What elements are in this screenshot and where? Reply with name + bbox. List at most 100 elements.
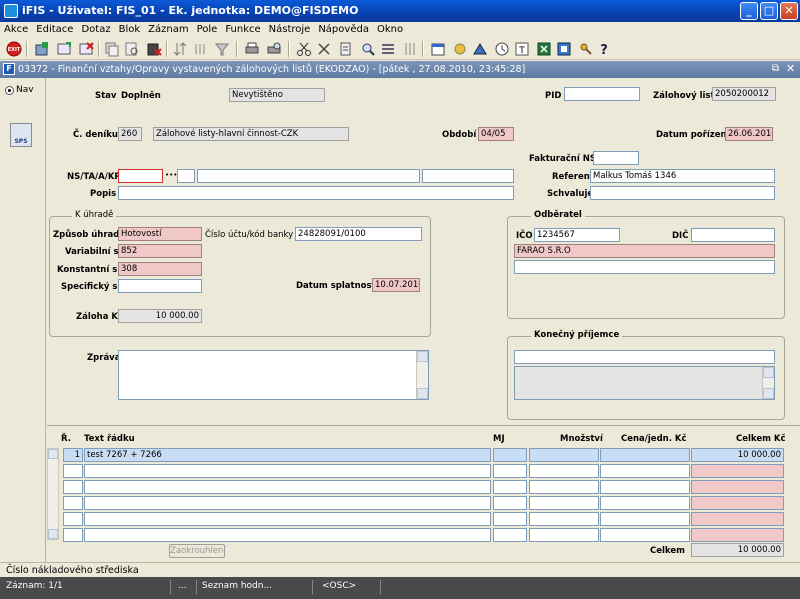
row-text-cell[interactable] (84, 512, 491, 526)
grid-scrollbar[interactable] (47, 448, 59, 540)
scroll-down-icon[interactable] (417, 388, 428, 399)
sort-icon[interactable] (172, 41, 188, 57)
row-text-cell[interactable] (84, 480, 491, 494)
ns-field[interactable] (118, 169, 163, 183)
menu-zaznam[interactable]: Záznam (144, 22, 192, 35)
paste-icon[interactable] (316, 41, 332, 57)
menu-akce[interactable]: Akce (0, 22, 32, 35)
row-mnozstvi-cell[interactable] (529, 496, 599, 510)
row-mnozstvi-cell[interactable] (529, 528, 599, 542)
nav-radio[interactable] (5, 86, 14, 95)
row-mnozstvi-cell[interactable] (529, 480, 599, 494)
tools-icon[interactable] (452, 41, 468, 57)
konecny-prijemce-textarea[interactable] (514, 366, 775, 400)
maximize-button[interactable]: □ (760, 2, 778, 20)
ico-field[interactable]: 1234567 (534, 228, 620, 242)
save-icon[interactable] (34, 41, 50, 57)
datum-splatnosti-field[interactable]: 10.07.2010 (372, 278, 420, 292)
variabilni-field[interactable]: 852 (118, 244, 202, 258)
konstantni-field[interactable]: 308 (118, 262, 202, 276)
menu-blok[interactable]: Blok (115, 22, 145, 35)
schvaluje-field[interactable] (590, 186, 775, 200)
ta-field[interactable] (177, 169, 195, 183)
print-preview-icon[interactable] (266, 41, 282, 57)
ns-lov-button[interactable]: ••• (165, 171, 177, 179)
a-field[interactable] (197, 169, 420, 183)
clock-icon[interactable] (494, 41, 510, 57)
zaokrouhleni-button[interactable]: Zaokrouhlení (169, 544, 226, 558)
row-cena-cell[interactable] (600, 464, 690, 478)
sps-button[interactable]: SPS (10, 123, 32, 147)
menu-pole[interactable]: Pole (193, 22, 222, 35)
export-icon[interactable] (556, 41, 572, 57)
calendar-icon[interactable] (430, 41, 446, 57)
close-button[interactable]: ✕ (780, 2, 798, 20)
menu-napoveda[interactable]: Nápověda (314, 22, 373, 35)
row-mj-cell[interactable] (493, 496, 527, 510)
dic-field[interactable] (691, 228, 775, 242)
row-mnozstvi-cell[interactable] (529, 512, 599, 526)
datum-porizeni-field[interactable]: 26.06.2010 (725, 127, 773, 141)
konecny-scrollbar[interactable] (762, 367, 774, 399)
referent-field[interactable]: Malkus Tomáš 1346 (590, 169, 775, 183)
kp-field[interactable] (422, 169, 514, 183)
specificky-field[interactable] (118, 279, 202, 293)
popis-field[interactable] (118, 186, 514, 200)
find-icon[interactable] (360, 41, 376, 57)
row-text-cell[interactable] (84, 464, 491, 478)
print-icon[interactable] (244, 41, 260, 57)
excel-icon[interactable] (536, 41, 552, 57)
odberatel-address-field[interactable] (514, 260, 775, 274)
restore-icon[interactable]: ⧉ (772, 63, 779, 74)
insert-record-icon[interactable] (56, 41, 72, 57)
row-cena-cell[interactable] (600, 528, 690, 542)
menu-okno[interactable]: Okno (373, 22, 407, 35)
odberatel-name-field[interactable]: FARAO S.R.O (514, 244, 775, 258)
key-icon[interactable] (578, 41, 594, 57)
row-mnozstvi-cell[interactable] (529, 448, 599, 462)
row-mj-cell[interactable] (493, 448, 527, 462)
row-cena-cell[interactable] (600, 448, 690, 462)
pid-field[interactable] (564, 87, 640, 101)
list-icon[interactable] (380, 41, 396, 57)
sort-desc-icon[interactable] (192, 41, 208, 57)
row-text-cell[interactable] (84, 528, 491, 542)
cislo-uctu-field[interactable]: 24828091/0100 (295, 227, 422, 241)
row-text-cell[interactable]: test 7267 + 7266 (84, 448, 491, 462)
query-icon[interactable] (124, 41, 140, 57)
menu-editace[interactable]: Editace (32, 22, 77, 35)
row-mj-cell[interactable] (493, 528, 527, 542)
row-cena-cell[interactable] (600, 496, 690, 510)
delete-record-icon[interactable] (78, 41, 94, 57)
zprava-scrollbar[interactable] (416, 351, 428, 399)
filter-icon[interactable] (214, 41, 230, 57)
menu-funkce[interactable]: Funkce (221, 22, 264, 35)
columns-icon[interactable] (402, 41, 418, 57)
scroll-up-icon[interactable] (417, 351, 428, 362)
row-mj-cell[interactable] (493, 464, 527, 478)
row-mj-cell[interactable] (493, 512, 527, 526)
help-icon[interactable]: ? (596, 41, 612, 57)
copy-record-icon[interactable] (104, 41, 120, 57)
obdobi-field[interactable]: 04/05 (478, 127, 514, 141)
row-mj-cell[interactable] (493, 480, 527, 494)
menu-nastroje[interactable]: Nástroje (265, 22, 315, 35)
row-cena-cell[interactable] (600, 480, 690, 494)
fakturacni-ns-field[interactable] (593, 151, 639, 165)
zprava-textarea[interactable] (118, 350, 429, 400)
minimize-button[interactable]: _ (740, 2, 758, 20)
row-mnozstvi-cell[interactable] (529, 464, 599, 478)
konecny-prijemce-field[interactable] (514, 350, 775, 364)
scroll-down-icon[interactable] (763, 388, 774, 399)
triangle-icon[interactable] (472, 41, 488, 57)
grid-scroll-up-icon[interactable] (48, 449, 58, 459)
grid-scroll-down-icon[interactable] (48, 529, 58, 539)
text-icon[interactable]: T (514, 41, 530, 57)
row-text-cell[interactable] (84, 496, 491, 510)
scroll-up-icon[interactable] (763, 367, 774, 378)
menu-dotaz[interactable]: Dotaz (77, 22, 114, 35)
close-form-icon[interactable]: ✕ (786, 62, 795, 75)
cut-icon[interactable] (296, 41, 312, 57)
row-cena-cell[interactable] (600, 512, 690, 526)
copy-text-icon[interactable] (338, 41, 354, 57)
